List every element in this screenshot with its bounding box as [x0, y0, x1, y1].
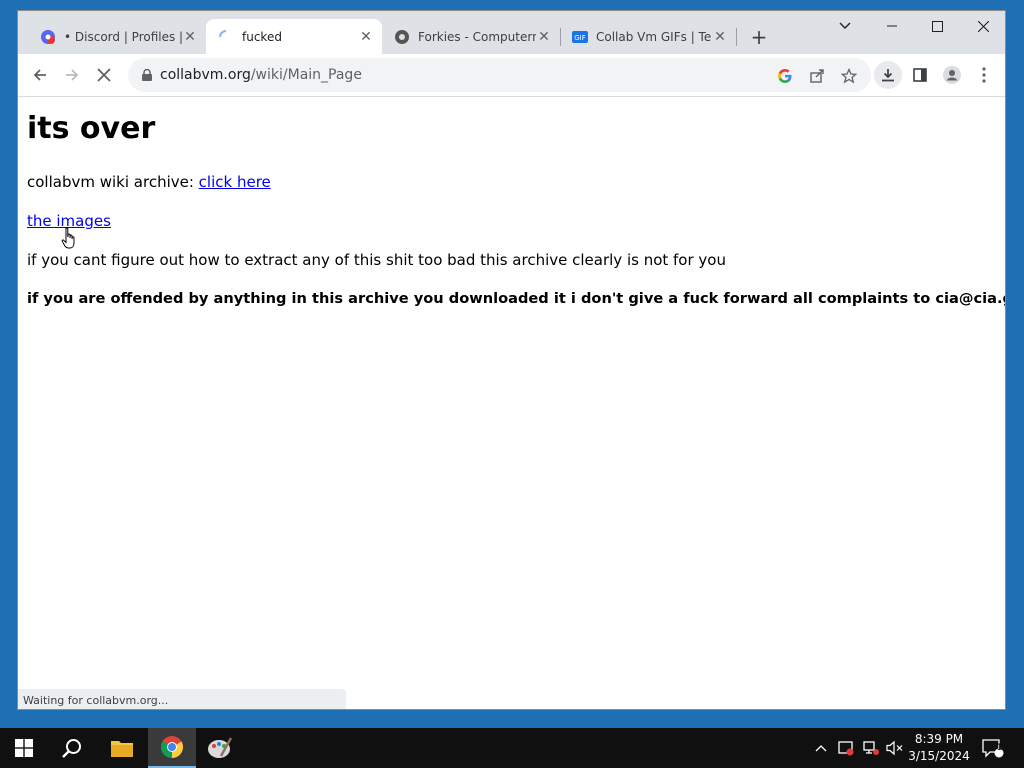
menu-button[interactable]	[970, 61, 998, 89]
new-tab-button[interactable]: +	[749, 25, 769, 49]
clock-date: 3/15/2024	[908, 749, 970, 763]
page-content: its over collabvm wiki archive: click he…	[18, 97, 1006, 709]
network-icon	[863, 741, 879, 755]
side-panel-icon	[913, 68, 927, 82]
tab-title: fucked	[242, 29, 282, 44]
file-explorer-button[interactable]	[98, 728, 146, 768]
tab-title: Forkies - Computerne	[418, 29, 536, 44]
folder-icon	[111, 741, 133, 757]
paint-taskbar-button[interactable]	[196, 728, 244, 768]
forkies-favicon-icon	[394, 29, 410, 45]
notification-center-button[interactable]: 1	[982, 728, 1004, 768]
windows-logo-icon	[15, 739, 33, 757]
notice-text: if you cant figure out how to extract an…	[27, 251, 726, 269]
arrow-right-icon	[66, 69, 79, 81]
start-button[interactable]	[0, 728, 48, 768]
share-icon[interactable]	[808, 67, 826, 85]
star-icon[interactable]	[840, 67, 858, 85]
security-warning-icon	[838, 741, 854, 756]
archive-label: collabvm wiki archive:	[27, 173, 199, 191]
network-tray-icon[interactable]	[862, 728, 880, 768]
loading-spinner-icon	[218, 29, 234, 45]
close-tab-icon[interactable]: ✕	[712, 29, 728, 45]
tab-title: • Discord | Profiles | U	[64, 29, 182, 44]
tab-fucked[interactable]: fucked ✕	[206, 19, 382, 54]
status-bubble: Waiting for collabvm.org...	[18, 689, 346, 709]
side-panel-button[interactable]	[906, 61, 934, 89]
tab-search-button[interactable]	[822, 11, 868, 41]
archive-link[interactable]: click here	[199, 173, 271, 191]
maximize-icon	[931, 20, 943, 32]
stop-icon	[97, 68, 111, 82]
close-window-button[interactable]	[960, 11, 1005, 41]
show-hidden-icons[interactable]	[815, 728, 827, 768]
tab-forkies[interactable]: Forkies - Computerne ✕	[382, 19, 560, 54]
google-icon[interactable]	[776, 67, 794, 85]
kebab-menu-icon	[982, 67, 986, 83]
avatar-icon	[943, 66, 961, 84]
notification-count: 1	[996, 743, 1003, 753]
search-button[interactable]	[48, 728, 96, 768]
page-heading: its over	[27, 111, 156, 146]
taskbar: 8:39 PM 3/15/2024 1	[0, 728, 1024, 768]
svg-text:GIF: GIF	[574, 34, 586, 42]
close-tab-icon[interactable]: ✕	[536, 29, 552, 45]
chevron-down-icon	[839, 22, 851, 29]
minimize-icon	[887, 25, 897, 27]
volume-tray-icon[interactable]	[886, 728, 904, 768]
maximize-button[interactable]	[914, 11, 960, 41]
minimize-button[interactable]	[869, 11, 915, 41]
taskbar-clock[interactable]: 8:39 PM 3/15/2024	[905, 731, 973, 765]
tab-separator	[736, 28, 737, 46]
disclaimer-text: if you are offended by anything in this …	[27, 290, 1006, 307]
hand-cursor-icon	[61, 227, 75, 249]
profile-button[interactable]	[938, 61, 966, 89]
lock-icon[interactable]	[138, 69, 156, 81]
discord-favicon-icon	[40, 29, 56, 45]
chevron-up-icon	[815, 745, 827, 752]
search-icon	[62, 739, 81, 758]
close-tab-icon[interactable]: ✕	[358, 29, 374, 45]
url-path: /wiki/Main_Page	[250, 67, 362, 83]
back-button[interactable]	[26, 61, 54, 89]
browser-toolbar: collabvm.org/wiki/Main_Page	[18, 54, 1005, 97]
chrome-taskbar-button[interactable]	[148, 728, 196, 768]
tab-strip: • Discord | Profiles | U ✕ fucked ✕ Fork…	[18, 11, 1005, 54]
forward-button[interactable]	[58, 61, 86, 89]
close-tab-icon[interactable]: ✕	[182, 29, 198, 45]
tab-discord[interactable]: • Discord | Profiles | U ✕	[28, 19, 206, 54]
download-icon	[882, 69, 894, 82]
browser-window: • Discord | Profiles | U ✕ fucked ✕ Fork…	[17, 10, 1006, 710]
arrow-left-icon	[33, 69, 46, 81]
paint-palette-icon	[208, 737, 233, 758]
stop-loading-button[interactable]	[90, 61, 118, 89]
clock-time: 8:39 PM	[914, 732, 964, 746]
chrome-icon	[161, 736, 183, 758]
close-icon	[977, 20, 989, 32]
tab-title: Collab Vm GIFs | Tenc	[596, 29, 712, 44]
volume-muted-icon	[886, 740, 903, 756]
downloads-button[interactable]	[874, 61, 902, 89]
gif-favicon-icon: GIF	[572, 29, 588, 45]
archive-line: collabvm wiki archive: click here	[27, 173, 271, 191]
tab-collab-gifs[interactable]: GIF Collab Vm GIFs | Tenc ✕	[560, 19, 736, 54]
address-bar[interactable]: collabvm.org/wiki/Main_Page	[128, 58, 871, 92]
url-host: collabvm.org	[160, 67, 251, 83]
security-tray-icon[interactable]	[838, 728, 854, 768]
